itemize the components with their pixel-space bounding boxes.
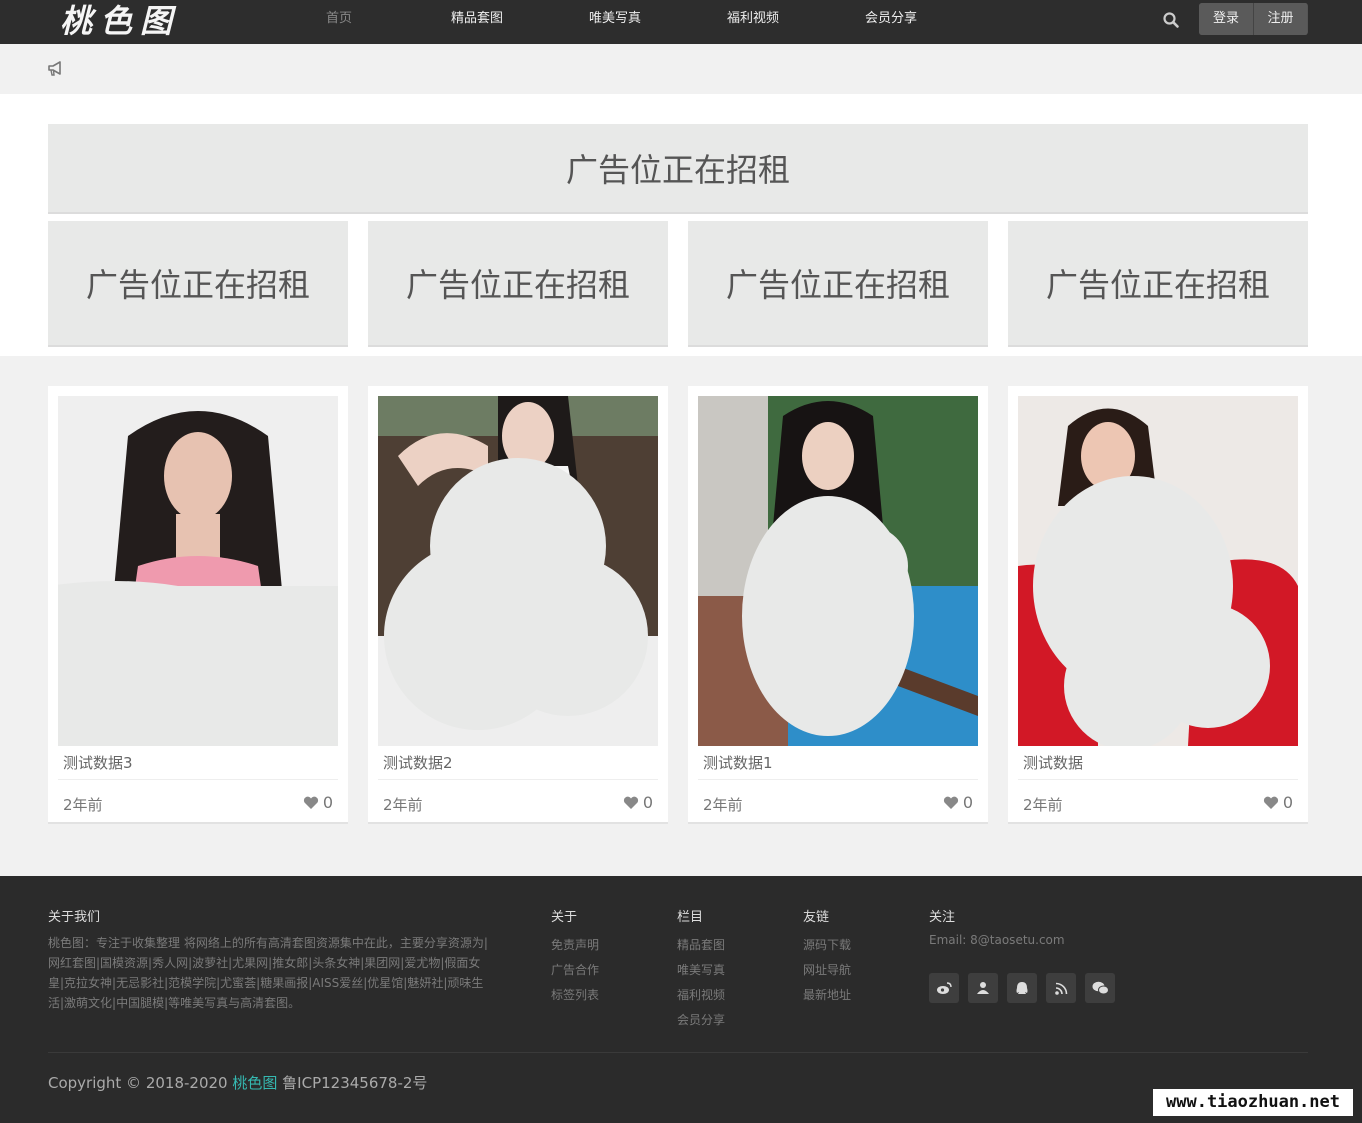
footer-link[interactable]: 福利视频 xyxy=(677,983,725,1008)
footer-email: Email: 8@taosetu.com xyxy=(929,933,1065,947)
ad-section: 广告位正在招租 广告位正在招租 广告位正在招租 广告位正在招租 广告位正在招租 xyxy=(0,94,1362,356)
card-divider xyxy=(1018,779,1298,780)
footer-link[interactable]: 源码下载 xyxy=(803,933,851,958)
copyright-text: Copyright © 2018-2020 xyxy=(48,1074,228,1092)
like-count: 0 xyxy=(1282,793,1293,812)
footer-link[interactable]: 网址导航 xyxy=(803,958,851,983)
wechat-button[interactable] xyxy=(1085,973,1115,1003)
post-time: 2年前 xyxy=(1023,796,1063,814)
footer-col-sections: 精品套图 唯美写真 福利视频 会员分享 xyxy=(677,933,725,1033)
qq-button[interactable] xyxy=(1007,973,1037,1003)
post-thumbnail[interactable] xyxy=(58,396,338,746)
post-title[interactable]: 测试数据3 xyxy=(63,752,133,773)
post-title[interactable]: 测试数据1 xyxy=(703,752,773,773)
footer-link[interactable]: 标签列表 xyxy=(551,983,599,1008)
post-card[interactable]: 测试数据 2年前 0 xyxy=(1008,386,1308,824)
heart-icon xyxy=(303,796,318,809)
ad-slot[interactable]: 广告位正在招租 xyxy=(368,221,668,347)
footer-col-about-title: 关于 xyxy=(551,910,578,925)
heart-icon xyxy=(943,796,958,809)
like-button[interactable]: 0 xyxy=(303,793,333,812)
search-icon[interactable] xyxy=(1162,11,1180,29)
site-logo[interactable]: 桃色图 xyxy=(60,0,180,44)
post-thumbnail[interactable] xyxy=(698,396,978,746)
wechat-icon xyxy=(1092,981,1109,995)
footer-link[interactable]: 免责声明 xyxy=(551,933,599,958)
footer-col-sections-title: 栏目 xyxy=(677,910,704,925)
rss-icon xyxy=(1054,982,1067,995)
weibo-icon xyxy=(937,982,952,994)
rss-button[interactable] xyxy=(1046,973,1076,1003)
post-title[interactable]: 测试数据 xyxy=(1023,752,1083,773)
nav-photo-album[interactable]: 唯美写真 xyxy=(546,0,684,44)
register-button[interactable]: 注册 xyxy=(1253,3,1307,35)
footer-col-links: 源码下载 网址导航 最新地址 xyxy=(803,933,851,1008)
footer-col-about: 免责声明 广告合作 标签列表 xyxy=(551,933,599,1008)
post-thumbnail[interactable] xyxy=(378,396,658,746)
like-button[interactable]: 0 xyxy=(623,793,653,812)
top-navbar: 桃色图 首页 精品套图 唯美写真 福利视频 会员分享 登录 注册 xyxy=(0,0,1362,44)
post-card[interactable]: 测试数据1 2年前 0 xyxy=(688,386,988,824)
footer-about-text: 桃色图：专注于收集整理 将网络上的所有高清套图资源集中在此，主要分享资源为|网红… xyxy=(48,936,488,1010)
user-button[interactable] xyxy=(968,973,998,1003)
footer-col-links-title: 友链 xyxy=(803,910,830,925)
post-time: 2年前 xyxy=(703,796,743,814)
like-button[interactable]: 0 xyxy=(1263,793,1293,812)
heart-icon xyxy=(1263,796,1278,809)
heart-icon xyxy=(623,796,638,809)
login-button[interactable]: 登录 xyxy=(1199,3,1253,35)
icp-number: 鲁ICP12345678-2号 xyxy=(282,1074,428,1092)
footer-link[interactable]: 广告合作 xyxy=(551,958,599,983)
like-count: 0 xyxy=(962,793,973,812)
like-button[interactable]: 0 xyxy=(943,793,973,812)
site-footer: 关于我们 桃色图：专注于收集整理 将网络上的所有高清套图资源集中在此，主要分享资… xyxy=(0,876,1362,1123)
footer-link[interactable]: 会员分享 xyxy=(677,1008,725,1033)
nav-home[interactable]: 首页 xyxy=(270,0,408,44)
post-title[interactable]: 测试数据2 xyxy=(383,752,453,773)
footer-link[interactable]: 精品套图 xyxy=(677,933,725,958)
nav-member-share[interactable]: 会员分享 xyxy=(822,0,960,44)
footer-col-follow-title: 关注 xyxy=(929,910,956,925)
card-divider xyxy=(58,779,338,780)
weibo-button[interactable] xyxy=(929,973,959,1003)
post-time: 2年前 xyxy=(383,796,423,814)
copyright-brand-link[interactable]: 桃色图 xyxy=(232,1074,277,1092)
copyright: Copyright © 2018-2020 桃色图 鲁ICP12345678-2… xyxy=(48,1072,427,1093)
main-nav: 首页 精品套图 唯美写真 福利视频 会员分享 xyxy=(270,0,960,44)
notice-bar xyxy=(0,44,1362,94)
auth-buttons: 登录 注册 xyxy=(1199,3,1308,35)
like-count: 0 xyxy=(322,793,333,812)
post-card[interactable]: 测试数据3 2年前 0 xyxy=(48,386,348,824)
footer-divider xyxy=(48,1052,1308,1053)
card-divider xyxy=(378,779,658,780)
qq-icon xyxy=(1016,981,1028,994)
ad-slot[interactable]: 广告位正在招租 xyxy=(688,221,988,347)
post-thumbnail[interactable] xyxy=(1018,396,1298,746)
ad-banner[interactable]: 广告位正在招租 xyxy=(48,124,1308,214)
footer-about-title: 关于我们 xyxy=(48,910,101,925)
footer-link[interactable]: 唯美写真 xyxy=(677,958,725,983)
social-buttons xyxy=(929,973,1115,1003)
like-count: 0 xyxy=(642,793,653,812)
ad-slot[interactable]: 广告位正在招租 xyxy=(1008,221,1308,347)
post-time: 2年前 xyxy=(63,796,103,814)
user-icon xyxy=(977,982,989,994)
card-divider xyxy=(698,779,978,780)
watermark: www.tiaozhuan.net xyxy=(1153,1089,1353,1116)
nav-videos[interactable]: 福利视频 xyxy=(684,0,822,44)
ad-slot[interactable]: 广告位正在招租 xyxy=(48,221,348,347)
nav-premium-sets[interactable]: 精品套图 xyxy=(408,0,546,44)
footer-link[interactable]: 最新地址 xyxy=(803,983,851,1008)
megaphone-icon xyxy=(48,61,61,76)
post-card[interactable]: 测试数据2 2年前 0 xyxy=(368,386,668,824)
